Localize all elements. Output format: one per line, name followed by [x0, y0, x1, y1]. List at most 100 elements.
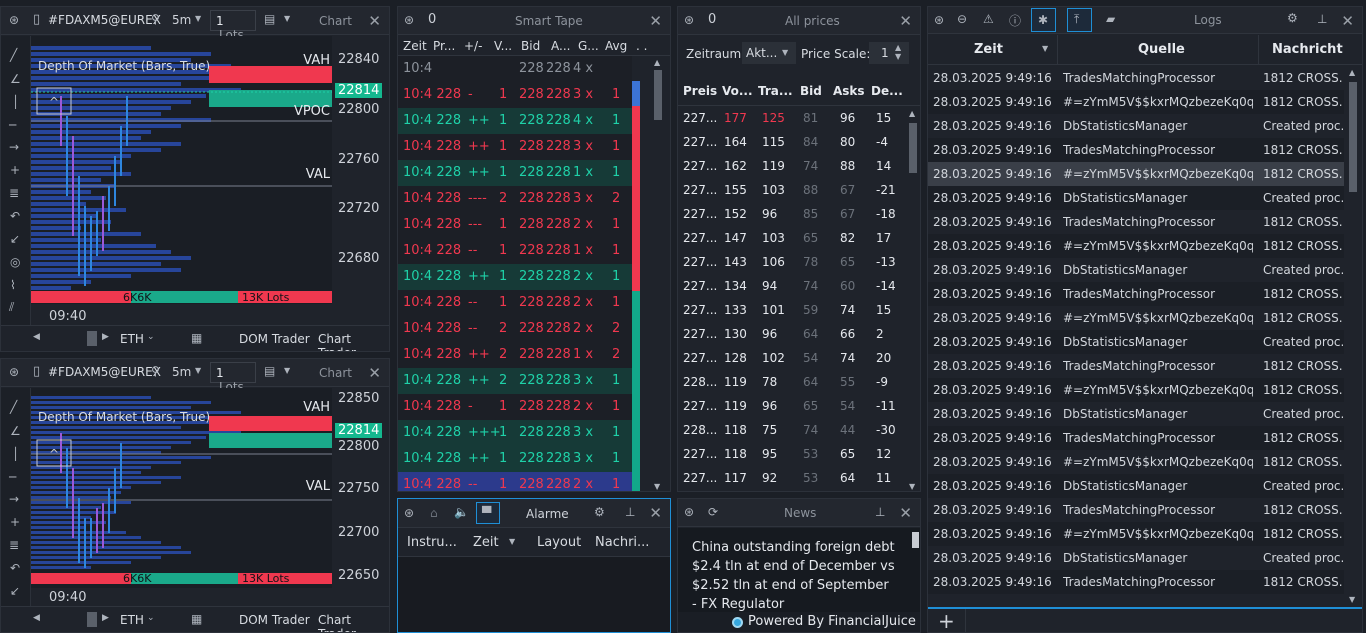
chevron-down-icon[interactable]: ⌄	[147, 332, 155, 342]
pin-icon[interactable]: ⊥	[875, 505, 885, 519]
log-row[interactable]: 28.03.2025 9:49:16 TradesMatchingProcesso…	[928, 426, 1344, 450]
close-icon[interactable]: ✕	[1341, 12, 1354, 30]
tape-row[interactable]: 10:4 228 228 4 x	[398, 56, 632, 82]
tape-row[interactable]: 10:4 228 ++ 2 228 228 1 x2	[398, 342, 632, 368]
price-row[interactable]: 227... 117 92 53 64 11	[678, 467, 906, 491]
price-row[interactable]: 228... 119 78 64 55 -9	[678, 371, 906, 395]
scroll-up-icon[interactable]: ▲	[1349, 68, 1355, 77]
close-icon[interactable]: ✕	[899, 12, 912, 30]
hline-tool-icon[interactable]: ─	[9, 118, 16, 132]
sort-desc-icon[interactable]: ▼	[1042, 44, 1048, 53]
news-scroll-thumb[interactable]	[912, 532, 919, 548]
scroll-down-icon[interactable]: ▼	[654, 482, 660, 491]
calendar-icon[interactable]: ▦	[191, 331, 202, 345]
log-row[interactable]: 28.03.2025 9:49:16 #=zYmM5V$$kxrMQzbezeKq…	[928, 90, 1344, 114]
session-selector[interactable]: ETH	[120, 613, 144, 627]
message-toggle[interactable]: ▀	[476, 502, 500, 524]
add-tab-button[interactable]: +	[928, 609, 966, 632]
price-row[interactable]: 227... 128 102 54 74 20	[678, 347, 906, 371]
tape-row[interactable]: 10:4 228-1 228 228 3 x1	[398, 82, 632, 108]
close-icon[interactable]: ✕	[899, 504, 912, 522]
log-row[interactable]: 28.03.2025 9:49:16 DbStatisticsManager Cre…	[928, 258, 1344, 282]
gear-icon[interactable]: ⚙	[1287, 11, 1298, 25]
sort-desc-icon[interactable]: ▼	[509, 537, 515, 546]
pin-icon[interactable]: ⊥	[625, 505, 635, 519]
scroll-right-icon[interactable]: ▶	[102, 332, 109, 342]
pattern-tool-icon[interactable]: ⫽	[9, 300, 14, 315]
dom-trader-button[interactable]: DOM Trader	[239, 613, 310, 627]
col-asks[interactable]: Asks	[833, 84, 865, 98]
close-icon[interactable]: ✕	[649, 504, 662, 522]
col-volume[interactable]: Vo...	[722, 84, 753, 98]
scroll-down-icon[interactable]: ▼	[909, 482, 915, 491]
col-nachricht[interactable]: Nachricht	[1272, 42, 1343, 57]
arrow-tool-icon[interactable]: ↙	[10, 584, 20, 598]
chevron-down-icon[interactable]: ▼	[195, 366, 201, 375]
line-tool-icon[interactable]: ╱	[10, 48, 17, 62]
price-row[interactable]: 227... 152 96 85 67 -18	[678, 203, 906, 227]
close-icon[interactable]: ✕	[649, 12, 662, 30]
chevron-down-icon[interactable]: ⌄	[147, 613, 155, 623]
col-zeit[interactable]: Zeit	[473, 535, 499, 550]
chart-trader-button[interactable]: Chart Trader	[318, 613, 389, 632]
h-scrollbar[interactable]	[87, 612, 97, 627]
log-row[interactable]: 28.03.2025 9:49:16 TradesMatchingProcesso…	[928, 498, 1344, 522]
powered-by-link[interactable]: Powered By FinancialJuice	[748, 614, 916, 629]
timeframe-selector[interactable]: 5m	[172, 13, 191, 27]
cross-tool-icon[interactable]: +	[10, 515, 20, 529]
price-row[interactable]: 227... 177 125 81 96 15	[678, 107, 906, 131]
col-trades[interactable]: Tra...	[758, 84, 793, 98]
col-plusminus[interactable]: +/-	[464, 39, 482, 53]
col-ask[interactable]: A...	[551, 39, 570, 53]
col-bid[interactable]: Bid	[800, 84, 822, 98]
zeitraum-select[interactable]: Akt... ▼	[742, 42, 796, 64]
tape-row[interactable]: 10:4 228 ++ 1 228 228 3 x1	[398, 134, 632, 160]
price-row[interactable]: 227... 143 106 78 65 -13	[678, 251, 906, 275]
fib-tool-icon[interactable]: ≣	[9, 186, 19, 200]
warning-icon[interactable]: ⚠	[983, 12, 994, 26]
lock-icon[interactable]: ▯	[33, 364, 40, 379]
log-row[interactable]: 28.03.2025 9:49:16 DbStatisticsManager Cre…	[928, 474, 1344, 498]
log-row[interactable]: 28.03.2025 9:49:16 TradesMatchingProcesso…	[928, 210, 1344, 234]
refresh-icon[interactable]: ⟳	[708, 505, 718, 519]
autoscroll-toggle[interactable]: ⤒	[1067, 8, 1092, 32]
log-row[interactable]: 28.03.2025 9:49:16 #=zYmM5V$$kxrMQzbezeKq…	[928, 162, 1344, 186]
ray-tool-icon[interactable]: →	[9, 140, 19, 154]
scroll-up-icon[interactable]: ▲	[654, 58, 660, 67]
price-row[interactable]: 227... 155 103 88 67 -21	[678, 179, 906, 203]
curve-tool-icon[interactable]: ↶	[10, 561, 20, 575]
sound-icon[interactable]: 🔈	[454, 505, 469, 519]
scroll-thumb[interactable]	[1349, 82, 1357, 192]
logs-scrollbar[interactable]: ▲ ▼	[1346, 66, 1360, 606]
lock-icon[interactable]: ▯	[33, 12, 40, 27]
col-g[interactable]: G...	[578, 39, 599, 53]
log-row[interactable]: 28.03.2025 9:49:16 DbStatisticsManager Cre…	[928, 402, 1344, 426]
col-volume[interactable]: V...	[494, 39, 512, 53]
log-row[interactable]: 28.03.2025 9:49:16 DbStatisticsManager Cre…	[928, 330, 1344, 354]
col-instrument[interactable]: Instru...	[407, 535, 457, 550]
tape-row[interactable]: 10:4 228 -- 2 228 228 2 x2	[398, 316, 632, 342]
log-row[interactable]: 28.03.2025 9:49:16 #=zYmM5V$$kxrMQzbezeKq…	[928, 234, 1344, 258]
col-bid[interactable]: Bid	[521, 39, 540, 53]
symbol-selector[interactable]: #FDAXM5@EUREX	[48, 13, 161, 27]
log-row[interactable]: 28.03.2025 9:49:16 #=zYmM5V$$kxrMQzbezeKq…	[928, 522, 1344, 546]
log-row[interactable]: 28.03.2025 9:49:16 DbStatisticsManager Cre…	[928, 114, 1344, 138]
log-row[interactable]: 28.03.2025 9:49:16 TradesMatchingProcesso…	[928, 282, 1344, 306]
col-price[interactable]: Preis	[683, 84, 717, 98]
log-row[interactable]: 28.03.2025 9:49:16 DbStatisticsManager Cre…	[928, 546, 1344, 570]
dom-trader-button[interactable]: DOM Trader	[239, 332, 310, 346]
tape-row[interactable]: 10:4 228 ++ 1 228 228 3 x1	[398, 446, 632, 472]
chevron-down-icon[interactable]: ▼	[284, 14, 290, 23]
scroll-up-icon[interactable]: ▲	[909, 109, 915, 118]
col-layout[interactable]: Layout	[537, 535, 581, 550]
scroll-thumb[interactable]	[909, 123, 917, 173]
prices-scrollbar[interactable]: ▲ ▼	[906, 107, 920, 491]
tape-row[interactable]: 10:4 228 ++ 1 228 228 1 x1	[398, 160, 632, 186]
scroll-left-icon[interactable]: ◀	[33, 332, 40, 342]
chat-icon[interactable]: ▤	[264, 12, 275, 26]
col-more[interactable]: . .	[636, 39, 647, 53]
price-row[interactable]: 227... 118 95 53 65 12	[678, 443, 906, 467]
vline-tool-icon[interactable]: │	[12, 95, 19, 109]
qty-box[interactable]: 1 Lots	[210, 10, 256, 42]
col-zeit[interactable]: Zeit	[974, 42, 1003, 57]
